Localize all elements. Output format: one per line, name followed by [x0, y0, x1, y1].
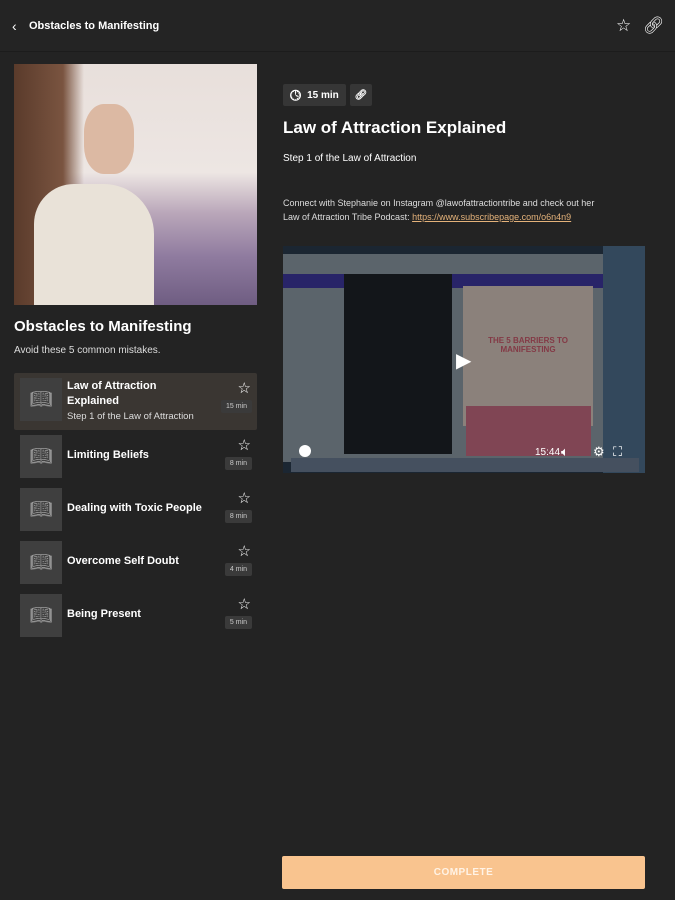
description-line: Law of Attraction Tribe Podcast:: [283, 212, 413, 222]
lesson-subtitle: Step 1 of the Law of Attraction: [67, 411, 194, 422]
lesson-title: Dealing with Toxic People: [67, 502, 202, 514]
description-line: Connect with Stephanie on Instagram @law…: [283, 198, 595, 208]
complete-button[interactable]: COMPLETE: [282, 856, 645, 889]
lesson-title: Overcome Self Doubt: [67, 555, 179, 567]
star-icon[interactable]: ☆: [238, 595, 251, 613]
video-time: 15:44: [535, 447, 561, 458]
star-icon[interactable]: ☆: [238, 379, 251, 397]
header-title[interactable]: Obstacles to Manifesting: [29, 20, 159, 32]
lesson-item[interactable]: 📖︎ Overcome Self Doubt ☆ 4 min: [14, 536, 257, 589]
duration-badge: 4 min: [224, 563, 252, 576]
play-icon[interactable]: ▶: [456, 348, 471, 373]
star-icon[interactable]: ☆: [616, 16, 631, 36]
top-bar: ‹ Obstacles to Manifesting ☆ 🔗︎: [0, 0, 675, 52]
lesson-item[interactable]: 📖︎ Being Present ☆ 5 min: [14, 589, 257, 642]
program-title: Obstacles to Manifesting: [14, 318, 192, 335]
settings-gear-icon[interactable]: ⚙: [593, 444, 605, 460]
lesson-heading: Law of Attraction Explained: [283, 118, 507, 137]
program-description: Avoid these 5 common mistakes.: [14, 345, 161, 356]
program-cover-image: [14, 64, 257, 305]
lesson-step: Step 1 of the Law of Attraction: [283, 153, 417, 164]
video-scrubber[interactable]: [299, 445, 311, 457]
podcast-link[interactable]: https://www.subscribepage.com/o6n4n9: [412, 212, 571, 222]
lesson-item[interactable]: 📖︎ Dealing with Toxic People ☆ 8 min: [14, 483, 257, 536]
lesson-title: Law of Attraction Explained: [67, 380, 157, 407]
book-icon: 📖︎: [20, 378, 62, 421]
book-icon: 📖︎: [20, 435, 62, 478]
back-chevron-icon[interactable]: ‹: [12, 18, 17, 34]
lesson-title: Limiting Beliefs: [67, 449, 149, 461]
copy-link-button[interactable]: 🔗︎: [350, 84, 372, 106]
duration-chip: 🕓︎ 15 min: [283, 84, 346, 106]
duration-badge: 15 min: [220, 400, 252, 413]
link-icon[interactable]: 🔗︎: [643, 16, 665, 36]
video-player[interactable]: THE 5 BARRIERS TO MANIFESTING ▶ 15:44 🔈︎…: [283, 246, 645, 473]
lesson-description: Connect with Stephanie on Instagram @law…: [283, 196, 643, 224]
book-icon: 📖︎: [20, 488, 62, 531]
fullscreen-icon[interactable]: ⛶: [613, 444, 622, 460]
book-icon: 📖︎: [20, 594, 62, 637]
lesson-list: 📖︎ Law of Attraction Explained Step 1 of…: [14, 373, 257, 642]
duration-badge: 8 min: [224, 510, 252, 523]
duration-badge: 5 min: [224, 616, 252, 629]
star-icon[interactable]: ☆: [238, 542, 251, 560]
volume-icon[interactable]: 🔈︎: [561, 444, 569, 460]
book-icon: 📖︎: [20, 541, 62, 584]
star-icon[interactable]: ☆: [238, 436, 251, 454]
duration-text: 15 min: [307, 89, 339, 101]
lesson-title: Being Present: [67, 608, 141, 620]
link-icon: 🔗︎: [354, 89, 368, 101]
star-icon[interactable]: ☆: [238, 489, 251, 507]
lesson-item[interactable]: 📖︎ Limiting Beliefs ☆ 8 min: [14, 430, 257, 483]
duration-badge: 8 min: [224, 457, 252, 470]
lesson-item[interactable]: 📖︎ Law of Attraction Explained Step 1 of…: [14, 373, 257, 430]
clock-icon: 🕓︎: [290, 86, 302, 103]
